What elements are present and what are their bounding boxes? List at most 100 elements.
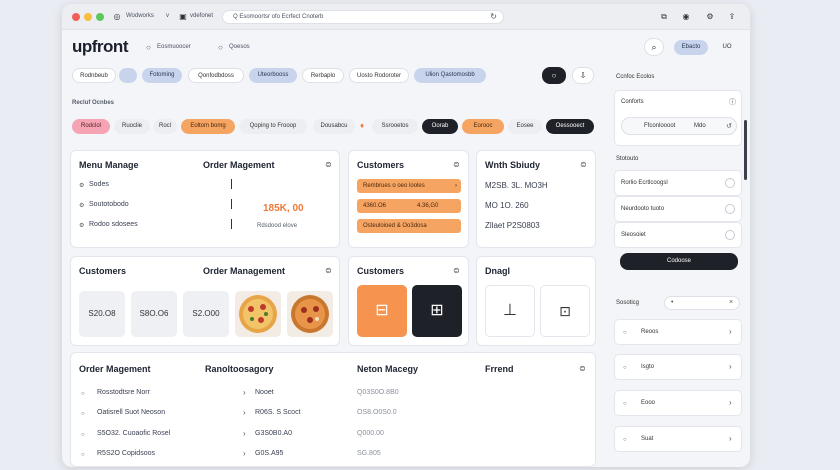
item-bullet-icon: ⚙ <box>79 203 85 209</box>
pizza-icon <box>239 295 277 333</box>
table-col-order: Order Magement <box>79 364 151 374</box>
minimize-window-button[interactable] <box>84 13 92 21</box>
chevron-right-icon: › <box>243 388 246 397</box>
item-circle-icon: ○ <box>623 365 627 371</box>
box-icon[interactable]: ⊟ <box>357 285 407 337</box>
menu-item[interactable]: Sodes <box>89 181 109 188</box>
customer-row[interactable]: Rembrues o oeo looles › <box>357 179 461 193</box>
menu-item[interactable]: Soutotobodo <box>89 201 129 208</box>
tab-vdefonet[interactable]: vdefonet <box>190 13 213 19</box>
card-options-icon[interactable]: ⊜ <box>325 160 332 170</box>
mic-icon[interactable]: ⇩ <box>572 67 594 84</box>
reload-icon[interactable]: ↻ <box>490 11 497 23</box>
sidebar-item-label: Isgto <box>641 364 655 370</box>
right-sidebar: Ccnfoc Ecolos Conforts ⓘ Ffconloooot Mdo… <box>606 60 750 467</box>
sidebar-list-item[interactable]: ○ Isgto › <box>614 354 742 380</box>
card-options-icon[interactable]: ⊜ <box>325 266 332 276</box>
option-row[interactable]: Sleosoiet <box>614 222 742 248</box>
filter-rodnbeub[interactable]: Rodnbeub <box>72 68 116 83</box>
add-item-icon[interactable]: ⊥ <box>485 285 535 337</box>
cursor-line <box>231 179 232 189</box>
card-options-icon[interactable]: ⊜ <box>580 160 587 170</box>
settings-gear-icon[interactable]: ⚙ <box>703 10 717 24</box>
row-value: OS8.O0S0.0 <box>357 409 397 416</box>
option-radio[interactable] <box>725 178 735 188</box>
row-bullet-icon: ○ <box>81 432 85 438</box>
filter-qonfodbdoss[interactable]: Qonfodbdoss <box>188 68 244 83</box>
pizza-image-2[interactable] <box>287 291 333 337</box>
chip-dousabcu[interactable]: Dousabcu <box>313 119 355 134</box>
product-tile[interactable]: S20.O8 <box>79 291 125 337</box>
filter-rerbaplo[interactable]: Rerbaplo <box>302 68 344 83</box>
confort-input[interactable]: Ffconloooot Mdo ↺ <box>621 117 737 135</box>
option-radio[interactable] <box>725 230 735 240</box>
close-icon[interactable]: × <box>729 298 733 308</box>
copy-icon[interactable]: ⊡ <box>540 285 590 337</box>
receipt-icon[interactable]: ⊞ <box>412 285 462 337</box>
sidebar-list-item[interactable]: ○ Suat › <box>614 426 742 452</box>
tab-wodworks[interactable]: Wodworks <box>126 13 154 19</box>
user-avatar[interactable]: UO <box>714 40 740 55</box>
header-badge[interactable]: Ebacto <box>674 40 708 55</box>
sidebar-list-item[interactable]: ○ Reoos › <box>614 319 742 345</box>
card-options-icon[interactable]: ⊜ <box>453 160 460 170</box>
product-tile[interactable]: S8O.O6 <box>131 291 177 337</box>
close-window-button[interactable] <box>72 13 80 21</box>
confort-input-value: Ffconloooot <box>644 123 676 129</box>
nav-menu-1[interactable]: Eosmuoocer <box>157 44 191 50</box>
card-options-icon[interactable]: ⊜ <box>453 266 460 276</box>
nav-menu-2[interactable]: Qoesos <box>229 44 250 50</box>
sidebar-label: Sosoticg <box>616 300 640 306</box>
scrollbar-thumb[interactable] <box>744 120 747 180</box>
option-label: Neurdooto tuoto <box>621 206 665 212</box>
codoose-button[interactable]: Codoose <box>620 253 738 270</box>
sidebar-item-label: Eooo <box>641 400 656 406</box>
chevron-right-icon: › <box>243 408 246 417</box>
share-icon[interactable]: ⇪ <box>725 10 739 24</box>
customer-row[interactable]: 4360.O6 4.36,G0 <box>357 199 461 213</box>
chip-qoping[interactable]: Qoping to Frooop <box>239 119 307 134</box>
product-tile[interactable]: S2.O00 <box>183 291 229 337</box>
filter-uteorbooss[interactable]: Uteorbooss <box>249 68 297 83</box>
filter-fotoming[interactable]: Fotoming <box>142 68 182 83</box>
record-button[interactable]: ○ <box>542 67 566 84</box>
card-options-icon[interactable]: ⊜ <box>579 364 586 374</box>
chip-eoltom[interactable]: Eoltom bomg <box>181 119 235 134</box>
chip-ruoclie[interactable]: Ruoclie <box>114 119 150 134</box>
address-bar[interactable]: Q Esomoortsr ofo Ecrfect Cnoterb ↻ <box>222 10 504 24</box>
chip-ssrooetos[interactable]: Ssrooetos <box>372 119 418 134</box>
address-text: Q Esomoortsr ofo Ecrfect Cnoterb <box>233 14 324 20</box>
row-name: Oatisrell Suot Neoson <box>97 409 166 416</box>
maximize-window-button[interactable] <box>96 13 104 21</box>
sidebar-list-item[interactable]: ○ Eooo › <box>614 390 742 416</box>
pizza-image-1[interactable] <box>235 291 281 337</box>
extensions-icon[interactable]: ⧉ <box>657 10 671 24</box>
option-row[interactable]: Rorlio Ecrtlcoogsl <box>614 170 742 196</box>
chip-eosee[interactable]: Eosee <box>508 119 542 134</box>
filter-uosto[interactable]: Uosto Rodoroter <box>349 68 409 83</box>
search-icon[interactable]: ⌕ <box>644 38 664 56</box>
filter-toggle[interactable] <box>119 68 137 83</box>
chip-oessooect[interactable]: Oessooect <box>546 119 594 134</box>
item-bullet-icon: ⚙ <box>79 183 85 189</box>
row-bullet-icon: ○ <box>81 452 85 458</box>
menu-item[interactable]: Rodoo sdosees <box>89 221 138 228</box>
menu-manage-title: Menu Manage <box>79 160 139 170</box>
order-magement-heading: Order Magement <box>203 160 275 170</box>
row-category: G3S0B0.A0 <box>255 430 292 437</box>
profile-icon[interactable]: ◉ <box>679 10 693 24</box>
info-icon[interactable]: ⓘ <box>729 98 736 108</box>
chip-oorab[interactable]: Oorab <box>422 119 458 134</box>
option-row[interactable]: Neurdooto tuoto <box>614 196 742 222</box>
clear-icon[interactable]: ↺ <box>726 122 732 132</box>
filter-ulion[interactable]: Ulion Qastomosbb <box>414 68 486 83</box>
tab-dropdown-icon[interactable]: v <box>166 13 169 19</box>
chip-rodclol[interactable]: Rodclol <box>72 119 110 134</box>
chip-eorooc[interactable]: Eorooc <box>462 119 504 134</box>
option-radio[interactable] <box>725 204 735 214</box>
row-category: Nooet <box>255 389 274 396</box>
sidebar-search[interactable]: • × <box>664 296 740 310</box>
customer-row[interactable]: Osteuloioed & Oo3dosa <box>357 219 461 233</box>
chip-rocl[interactable]: Rocl <box>153 119 177 134</box>
status-row: MO 1O. 260 <box>485 201 529 210</box>
